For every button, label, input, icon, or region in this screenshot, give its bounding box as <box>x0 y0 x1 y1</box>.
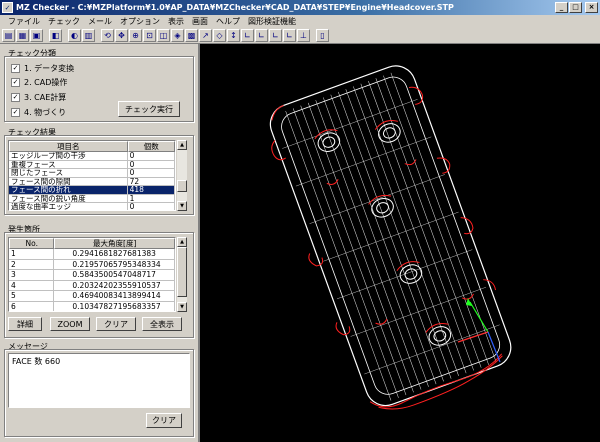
measure-icon[interactable]: ↗ <box>199 29 212 42</box>
table-row[interactable]: フェース間の隙間 72 <box>9 177 175 186</box>
check-data-conversion[interactable]: ✓ 1. データ変換 <box>11 63 74 74</box>
table-row[interactable]: 閉じたフェース 0 <box>9 169 175 178</box>
app-icon[interactable]: ✓ <box>2 2 13 13</box>
check-manufacturing[interactable]: ✓ 4. 物づくり <box>11 107 66 118</box>
menu-check[interactable]: チェック <box>44 16 84 27</box>
zoom-fit-icon[interactable]: ⊡ <box>143 29 156 42</box>
occurrences-scrollbar[interactable]: ▲ ▼ <box>177 237 187 312</box>
checkbox-icon[interactable]: ✓ <box>11 78 20 87</box>
table-row[interactable]: 1 0.2941681827681383 <box>9 249 175 260</box>
checkbox-icon[interactable]: ✓ <box>11 64 20 73</box>
axis-z-icon <box>487 331 501 363</box>
axis-y-icon <box>469 301 489 333</box>
pan-icon[interactable]: ✥ <box>115 29 128 42</box>
axis-triad <box>457 298 501 363</box>
wireframe-icon[interactable]: ▩ <box>185 29 198 42</box>
rotate-icon[interactable]: ⟲ <box>101 29 114 42</box>
column-header-no[interactable]: No. <box>9 238 55 249</box>
point-icon[interactable]: ◇ <box>213 29 226 42</box>
cad-viewport[interactable] <box>200 44 600 442</box>
table-row[interactable]: 2 0.21957065795348334 <box>9 259 175 270</box>
view-bottom-icon[interactable]: ∟ <box>241 29 254 42</box>
scroll-thumb[interactable] <box>177 180 187 192</box>
zoom-icon[interactable]: ⊕ <box>129 29 142 42</box>
menu-options[interactable]: オプション <box>116 16 164 27</box>
menu-view[interactable]: 表示 <box>164 16 188 27</box>
menu-bar: ファイル チェック メール オプション 表示 画面 ヘルプ 図形検証機能 <box>0 15 600 28</box>
column-header-count[interactable]: 個数 <box>127 141 175 152</box>
toolbar: ▤ ▦ ▣ ◧ ◐ ▥ ⟲ ✥ ⊕ ⊡ ◫ ◈ ▩ ↗ ◇ ↕ ∟ ∟ ∟ ∟ … <box>0 28 600 44</box>
menu-screen[interactable]: 画面 <box>188 16 212 27</box>
view-back-icon[interactable]: ∟ <box>283 29 296 42</box>
table-row[interactable]: 6 0.10347827195683357 <box>9 301 175 311</box>
checkbox-icon[interactable]: ✓ <box>11 93 20 102</box>
scroll-up-icon[interactable]: ▲ <box>177 140 187 150</box>
layout-icon[interactable]: ▯ <box>316 29 329 42</box>
menu-file[interactable]: ファイル <box>4 16 44 27</box>
minimize-button[interactable]: _ <box>555 2 568 13</box>
detail-button[interactable]: 詳細 <box>8 317 42 331</box>
view-top-icon[interactable]: ↕ <box>227 29 240 42</box>
column-header-item-name[interactable]: 項目名 <box>9 141 128 152</box>
column-header-max-angle[interactable]: 最大角度[度] <box>54 238 175 249</box>
zoom-button[interactable]: ZOOM <box>50 317 90 331</box>
scroll-down-icon[interactable]: ▼ <box>177 201 187 211</box>
close-button[interactable]: × <box>585 2 598 13</box>
wireframe-model <box>269 65 512 410</box>
clear-message-button[interactable]: クリア <box>146 413 182 428</box>
check-cad-operation[interactable]: ✓ 2. CAD操作 <box>11 77 67 88</box>
maximize-button[interactable]: □ <box>569 2 582 13</box>
window-title: MZ Checker - C:¥MZPlatform¥1.0¥AP_DATA¥M… <box>16 3 454 12</box>
scroll-thumb[interactable] <box>177 247 187 297</box>
view-left-icon[interactable]: ∟ <box>255 29 268 42</box>
message-area[interactable]: FACE 数 660 <box>8 353 190 408</box>
export-icon[interactable]: ▥ <box>82 29 95 42</box>
table-row-selected[interactable]: フェース間の折れ 418 <box>9 186 175 195</box>
view-front-icon[interactable]: ◫ <box>157 29 170 42</box>
menu-shape-verify[interactable]: 図形検証機能 <box>244 16 300 27</box>
view-iso-icon[interactable]: ◈ <box>171 29 184 42</box>
table-row[interactable]: エッジループ間の干渉 0 <box>9 152 175 161</box>
settings-icon[interactable]: ◧ <box>49 29 62 42</box>
check-cae-calculation[interactable]: ✓ 3. CAE計算 <box>11 92 66 103</box>
scroll-up-icon[interactable]: ▲ <box>177 237 187 247</box>
check-results-table: 項目名 個数 エッジループ間の干渉 0 重複フェース 0 閉じたフェース 0 フ… <box>8 140 176 211</box>
table-row[interactable]: 5 0.46940083413899414 <box>9 291 175 302</box>
axis-icon[interactable]: ⊥ <box>297 29 310 42</box>
model-cross-lines <box>282 99 500 375</box>
view-right-icon[interactable]: ∟ <box>269 29 282 42</box>
clear-occurrences-button[interactable]: クリア <box>96 317 136 331</box>
import-icon[interactable]: ◐ <box>68 29 81 42</box>
menu-mail[interactable]: メール <box>84 16 116 27</box>
table-row[interactable]: 過度な曲率エッジ 0 <box>9 203 175 210</box>
checkbox-icon[interactable]: ✓ <box>11 108 20 117</box>
menu-help[interactable]: ヘルプ <box>212 16 244 27</box>
file-open-icon[interactable]: ▤ <box>2 29 15 42</box>
table-row[interactable]: 4 0.20324202355910537 <box>9 280 175 291</box>
run-check-button[interactable]: チェック実行 <box>118 101 180 117</box>
title-bar: ✓ MZ Checker - C:¥MZPlatform¥1.0¥AP_DATA… <box>0 0 600 15</box>
table-row[interactable]: 3 0.5843500547048717 <box>9 270 175 281</box>
save-icon[interactable]: ▦ <box>16 29 29 42</box>
table-row[interactable]: 重複フェース 0 <box>9 160 175 169</box>
results-scrollbar[interactable]: ▲ ▼ <box>177 140 187 211</box>
table-row[interactable]: フェース間の鋭い角度 1 <box>9 194 175 203</box>
left-panel: チェック分類 ✓ 1. データ変換 ✓ 2. CAD操作 ✓ 3. CAE計算 … <box>0 44 198 442</box>
show-all-button[interactable]: 全表示 <box>142 317 182 331</box>
message-text: FACE 数 660 <box>12 357 61 366</box>
highlighted-fold-edges <box>271 86 503 410</box>
axis-x-icon <box>457 331 489 343</box>
scroll-down-icon[interactable]: ▼ <box>177 302 187 312</box>
occurrences-table: No. 最大角度[度] 1 0.2941681827681383 2 0.219… <box>8 237 176 312</box>
print-icon[interactable]: ▣ <box>30 29 43 42</box>
